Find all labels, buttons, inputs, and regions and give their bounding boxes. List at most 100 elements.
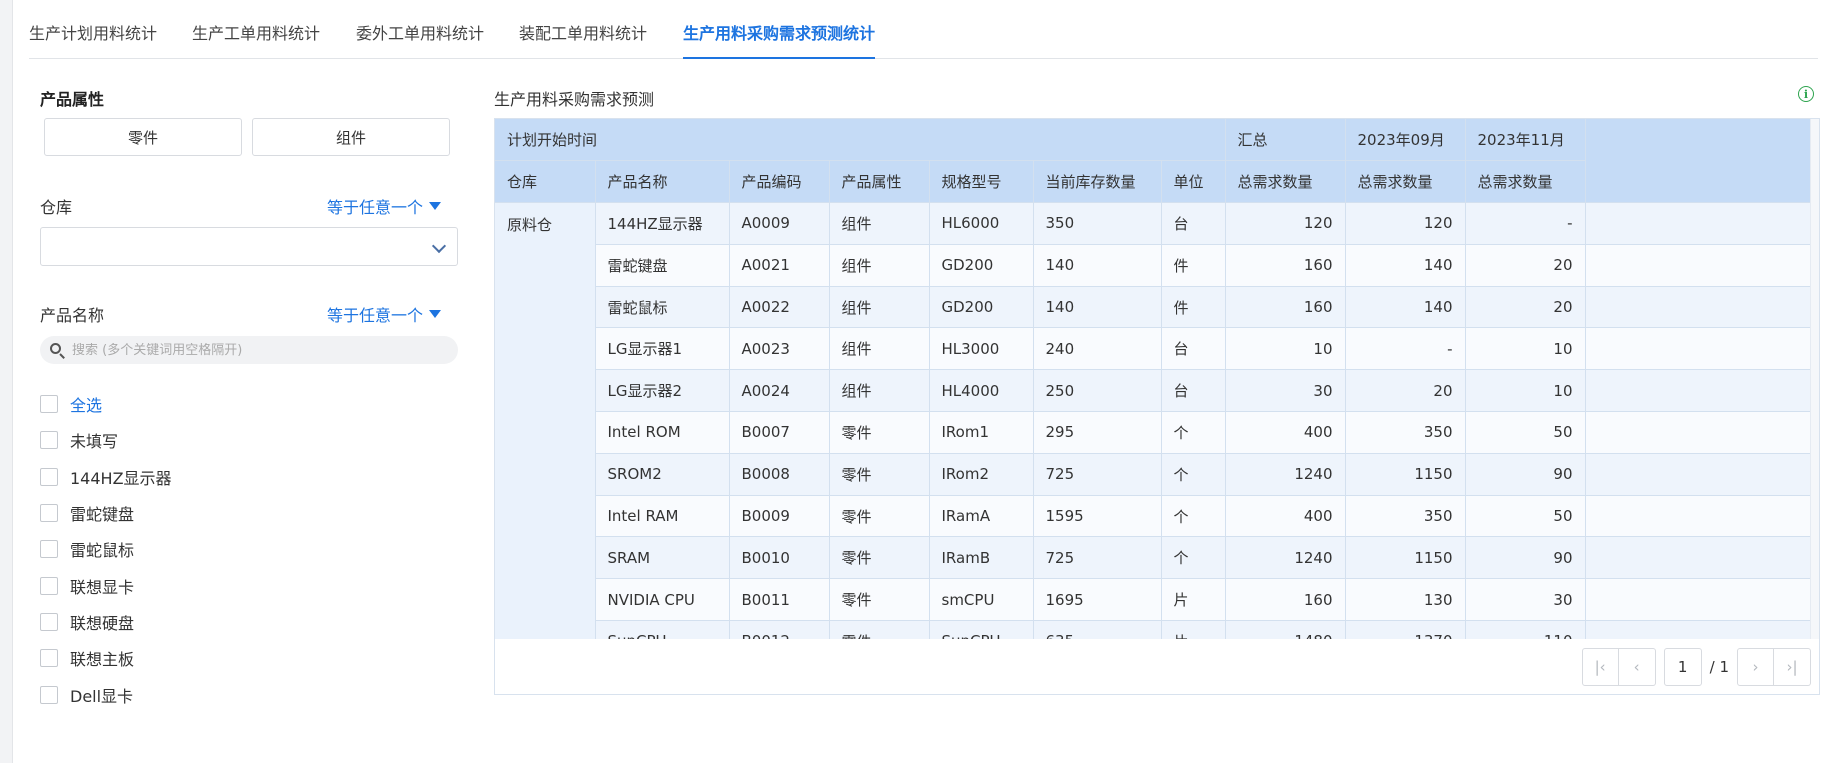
cell-product-code: B0009 [729,495,830,538]
warehouse-select[interactable] [40,227,458,266]
column-header[interactable]: 产品属性 [829,160,930,204]
checkbox-option[interactable]: 联想显卡 [40,567,172,603]
cell-spec: IRom1 [929,411,1034,454]
last-page-button[interactable]: ›| [1774,648,1811,686]
checkbox[interactable] [40,576,58,595]
checkbox[interactable] [40,431,58,450]
column-header[interactable]: 当前库存数量 [1033,160,1162,204]
product-search-box[interactable] [40,336,458,364]
cell-filler [1585,244,1811,287]
info-icon[interactable]: i [1798,86,1814,102]
column-header[interactable]: 产品编码 [729,160,830,204]
tab-outsourcing-order[interactable]: 委外工单用料统计 [356,20,484,59]
table-row[interactable]: Intel ROM B0007 零件 IRom1 295 个 400 350 50 [495,411,1811,454]
checkbox[interactable] [40,612,58,631]
table-row[interactable]: SRAM B0010 零件 IRamB 725 个 1240 1150 90 [495,536,1811,580]
caret-down-icon [429,310,442,318]
table-row[interactable]: SROM2 B0008 零件 IRom2 725 个 1240 1150 90 [495,453,1811,496]
column-header[interactable]: 仓库 [495,160,596,204]
column-header[interactable]: 总需求数量 [1225,160,1346,204]
product-search-input[interactable] [72,342,432,358]
cell-total-demand: 1240 [1225,453,1346,496]
cell-spec: GD200 [929,244,1034,287]
cell-total-demand: 10 [1225,327,1346,371]
table-title: 生产用料采购需求预测 [494,90,655,109]
chevron-down-icon [431,238,447,254]
checkbox-option[interactable]: Dell显卡 [40,676,172,712]
cell-product-attr: 零件 [829,495,930,538]
first-page-button[interactable]: |‹ [1581,648,1619,686]
cell-month1-demand: 1370 [1345,620,1466,639]
cell-unit: 件 [1161,286,1226,329]
cell-total-demand: 400 [1225,495,1346,538]
cell-month1-demand: 140 [1345,286,1466,329]
checkbox[interactable] [40,685,58,704]
checkbox-option[interactable]: 雷蛇键盘 [40,495,172,531]
cell-product-code: A0022 [729,286,830,329]
cell-filler [1585,453,1811,496]
cell-spec: smCPU [929,578,1034,622]
next-page-button[interactable]: › [1737,648,1774,686]
cell-month2-demand: 30 [1465,578,1586,622]
cell-unit: 个 [1161,536,1226,580]
cell-spec: HL4000 [929,369,1034,413]
cell-product-attr: 零件 [829,453,930,496]
vertical-scrollbar[interactable] [1810,119,1819,639]
cell-product-code: A0009 [729,202,830,245]
cell-product-attr: 零件 [829,411,930,454]
cell-stock: 1695 [1033,578,1162,622]
checkbox-label: 雷蛇鼠标 [70,541,135,561]
column-header[interactable]: 总需求数量 [1345,160,1466,204]
page-number-input[interactable]: 1 [1663,648,1702,686]
checkbox-option[interactable]: 联想硬盘 [40,604,172,640]
checkbox[interactable] [40,395,58,414]
checkbox[interactable] [40,649,58,668]
column-header[interactable]: 单位 [1161,160,1226,204]
column-header[interactable]: 总需求数量 [1465,160,1586,204]
tab-purchase-forecast[interactable]: 生产用料采购需求预测统计 [683,20,876,59]
cell-product-code: B0011 [729,578,830,622]
cell-spec: IRamB [929,536,1034,580]
cell-total-demand: 30 [1225,369,1346,413]
table-row[interactable]: SunCPUB0012零件SunCPU635片14801370110 [495,620,1811,639]
table-row[interactable]: NVIDIA CPU B0011 零件 smCPU 1695 片 160 130 30 [495,578,1811,622]
checkbox-option[interactable]: 联想主板 [40,640,172,676]
column-header[interactable]: 规格型号 [929,160,1034,204]
cell-total-demand: 160 [1225,244,1346,287]
attr-assembly-button[interactable]: 组件 [252,118,450,156]
prev-page-button[interactable]: ‹ [1618,648,1656,686]
checkbox[interactable] [40,504,58,523]
tab-production-plan[interactable]: 生产计划用料统计 [29,20,157,59]
table-row[interactable]: Intel RAM B0009 零件 IRamA 1595 个 400 350 50 [495,495,1811,538]
warehouse-operator-text: 等于任意一个 [327,198,424,217]
pivot-table-scroll-area[interactable]: 计划开始时间 汇总 2023年09月 2023年11月 仓库 产品名称 产品编码… [495,119,1811,639]
cell-stock: 1595 [1033,495,1162,538]
checkbox-select-all[interactable]: 全选 [40,386,172,422]
cell-unit: 台 [1161,369,1226,413]
cell-filler [1585,495,1811,538]
checkbox-option[interactable]: 未填写 [40,422,172,458]
checkbox-option[interactable]: 144HZ显示器 [40,459,172,495]
product-operator-dropdown[interactable]: 等于任意一个 [327,302,442,326]
cell-filler [1585,620,1811,639]
group-header-plan-start: 计划开始时间 [495,119,1226,162]
cell-spec: HL6000 [929,202,1034,245]
tab-assembly-order[interactable]: 装配工单用料统计 [519,20,647,59]
table-row[interactable]: LG显示器1 A0023 组件 HL3000 240 台 10-10 [495,327,1811,371]
tab-production-order[interactable]: 生产工单用料统计 [192,20,320,59]
table-row[interactable]: 雷蛇键盘 A0021 组件 GD200 140 件 160 140 20 [495,244,1811,287]
cell-total-demand: 160 [1225,286,1346,329]
table-row[interactable]: 雷蛇鼠标 A0022 组件 GD200 140 件 160 140 20 [495,286,1811,329]
cell-month1-demand: 1150 [1345,453,1466,496]
table-row[interactable]: 原料仓 144HZ显示器 A0009 组件 HL6000 350 台 120 120- [495,202,1811,639]
product-attr-title: 产品属性 [40,90,105,109]
column-header[interactable]: 产品名称 [595,160,730,204]
table-row[interactable]: LG显示器2 A0024 组件 HL4000 250 台 30 20 10 [495,369,1811,413]
checkbox[interactable] [40,467,58,486]
checkbox[interactable] [40,540,58,559]
attr-part-button[interactable]: 零件 [44,118,242,156]
cell-unit: 个 [1161,411,1226,454]
cell-product-name: LG显示器2 [595,369,730,413]
warehouse-operator-dropdown[interactable]: 等于任意一个 [327,194,442,218]
checkbox-option[interactable]: 雷蛇鼠标 [40,531,172,567]
